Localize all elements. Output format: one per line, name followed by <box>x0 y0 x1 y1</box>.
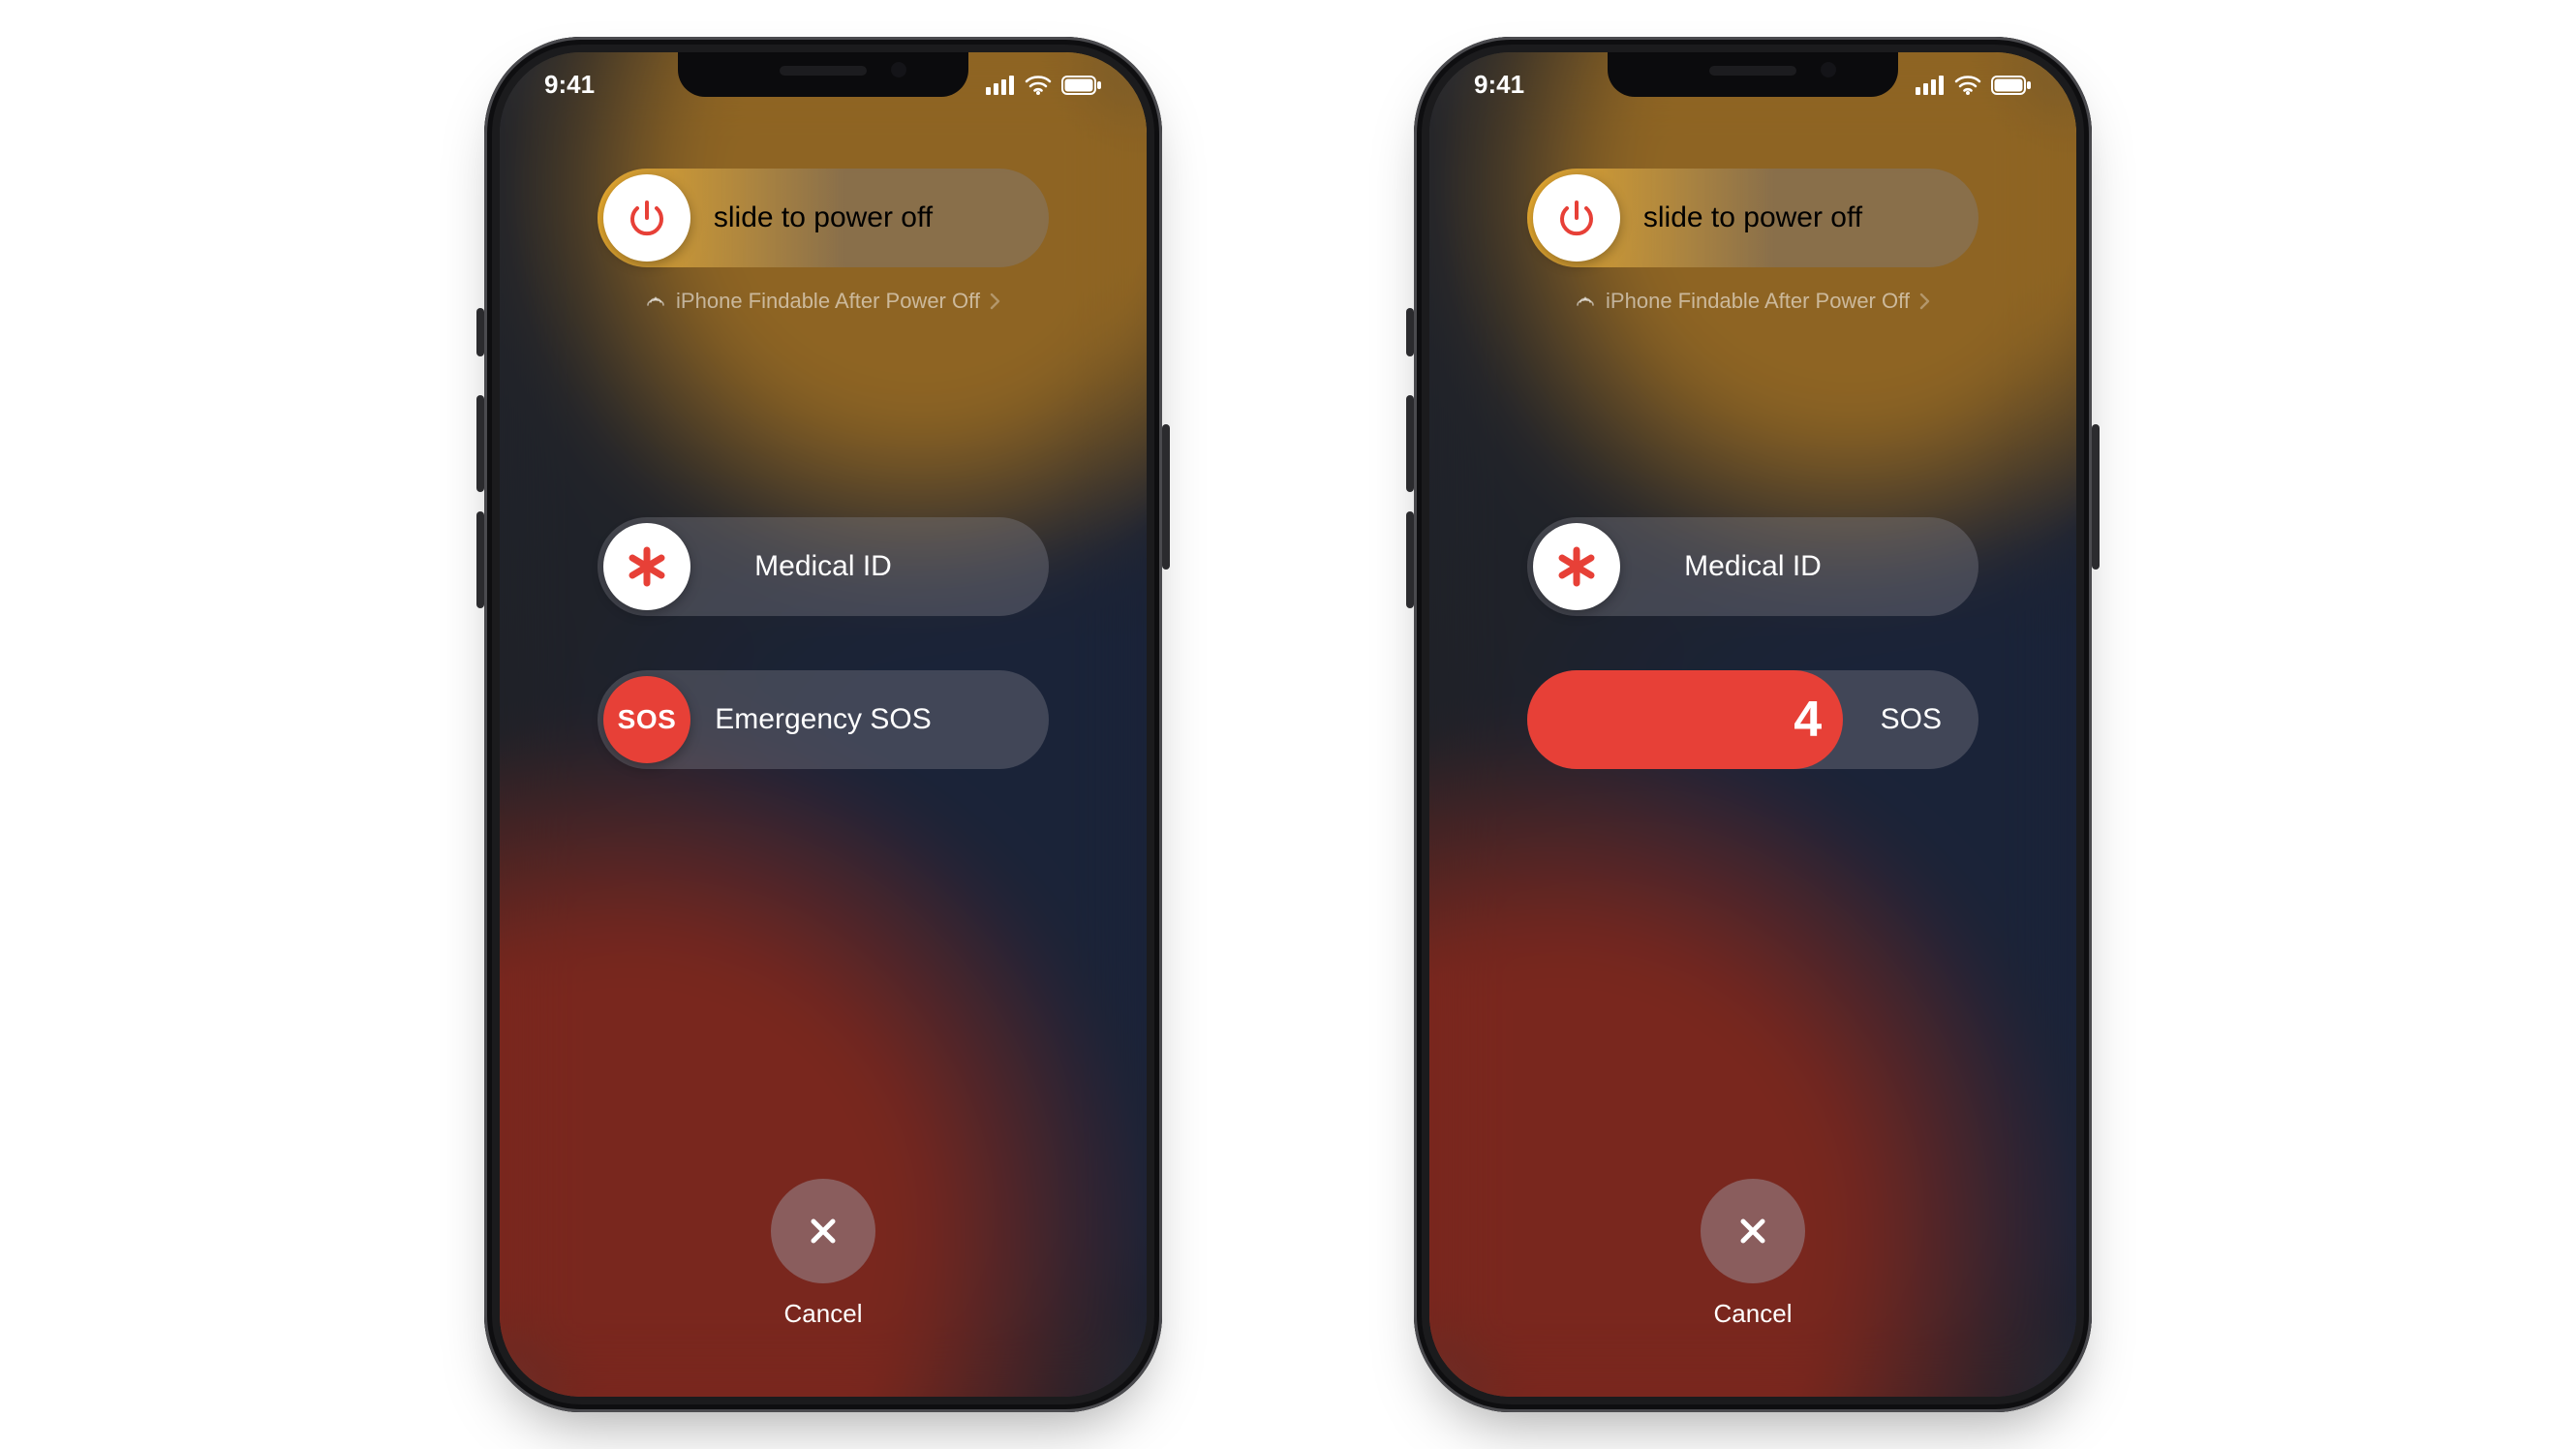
notch <box>678 52 968 97</box>
power-off-panel: slide to power off iPhone Findable After… <box>1429 52 2076 1397</box>
wifi-icon <box>1954 76 1981 95</box>
power-icon <box>626 197 668 239</box>
cancel-button[interactable] <box>1701 1179 1805 1283</box>
chevron-right-icon <box>1919 293 1931 310</box>
sos-countdown-fill: 4 <box>1527 670 1843 769</box>
status-right <box>986 76 1102 95</box>
sos-countdown-number: 4 <box>1794 691 1822 749</box>
findable-row[interactable]: iPhone Findable After Power Off <box>645 289 1001 314</box>
medical-id-label: Medical ID <box>754 550 892 583</box>
medical-id-label: Medical ID <box>1684 550 1822 583</box>
power-off-slider[interactable]: slide to power off <box>598 169 1049 267</box>
volume-down-button <box>476 511 484 608</box>
power-off-label: slide to power off <box>714 201 933 234</box>
sos-countdown-trail: SOS <box>1881 703 1942 736</box>
mute-switch <box>476 308 484 356</box>
status-time: 9:41 <box>544 70 595 100</box>
asterisk-icon <box>1554 544 1599 589</box>
wifi-icon <box>1025 76 1052 95</box>
power-off-knob[interactable] <box>603 174 690 262</box>
battery-icon <box>1991 76 2032 95</box>
sos-knob-text: SOS <box>618 704 677 735</box>
side-button <box>2092 424 2100 570</box>
cancel-group: Cancel <box>500 1179 1147 1329</box>
emergency-sos-countdown[interactable]: 4 SOS <box>1527 670 1978 769</box>
power-off-panel: slide to power off iPhone Findable After… <box>500 52 1147 1397</box>
status-right <box>1916 76 2032 95</box>
power-off-label: slide to power off <box>1643 201 1862 234</box>
medical-id-slider[interactable]: Medical ID <box>1527 517 1978 616</box>
cancel-button[interactable] <box>771 1179 875 1283</box>
emergency-sos-slider[interactable]: SOS Emergency SOS <box>598 670 1049 769</box>
find-my-icon <box>1575 291 1596 312</box>
screen: 9:41 <box>500 52 1147 1397</box>
asterisk-icon <box>625 544 669 589</box>
cancel-label: Cancel <box>784 1299 863 1329</box>
medical-id-knob[interactable] <box>603 523 690 610</box>
power-icon <box>1555 197 1598 239</box>
close-icon <box>1733 1211 1773 1251</box>
iphone-frame-left: 9:41 <box>484 37 1162 1412</box>
medical-id-slider[interactable]: Medical ID <box>598 517 1049 616</box>
cancel-label: Cancel <box>1714 1299 1793 1329</box>
screen: 9:41 <box>1429 52 2076 1397</box>
medical-id-knob[interactable] <box>1533 523 1620 610</box>
power-off-knob[interactable] <box>1533 174 1620 262</box>
findable-row[interactable]: iPhone Findable After Power Off <box>1575 289 1931 314</box>
battery-icon <box>1061 76 1102 95</box>
notch <box>1608 52 1898 97</box>
side-button <box>1162 424 1170 570</box>
emergency-sos-knob[interactable]: SOS <box>603 676 690 763</box>
mute-switch <box>1406 308 1414 356</box>
find-my-icon <box>645 291 666 312</box>
cancel-group: Cancel <box>1429 1179 2076 1329</box>
findable-text: iPhone Findable After Power Off <box>1606 289 1910 314</box>
power-off-slider[interactable]: slide to power off <box>1527 169 1978 267</box>
findable-text: iPhone Findable After Power Off <box>676 289 980 314</box>
chevron-right-icon <box>990 293 1001 310</box>
close-icon <box>803 1211 843 1251</box>
two-phone-stage: 9:41 <box>0 0 2576 1449</box>
emergency-sos-label: Emergency SOS <box>715 703 931 736</box>
volume-down-button <box>1406 511 1414 608</box>
status-time: 9:41 <box>1474 70 1524 100</box>
volume-up-button <box>1406 395 1414 492</box>
volume-up-button <box>476 395 484 492</box>
cellular-icon <box>1916 76 1945 95</box>
cellular-icon <box>986 76 1015 95</box>
iphone-frame-right: 9:41 <box>1414 37 2092 1412</box>
